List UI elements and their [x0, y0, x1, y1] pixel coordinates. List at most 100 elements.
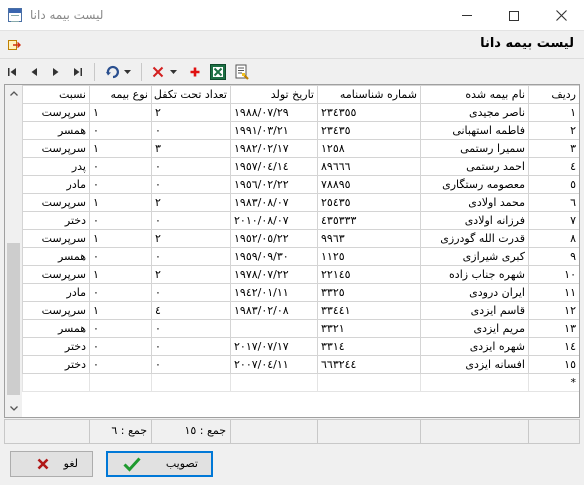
- dependents-cell[interactable]: ٠: [151, 121, 231, 140]
- row-number-cell[interactable]: ٢: [528, 121, 579, 140]
- birth-date-cell[interactable]: ٢٠١٧/٠٧/١٧: [230, 337, 318, 356]
- id-number-cell[interactable]: ٨٩٦٦٦: [317, 157, 421, 176]
- insured-name-cell[interactable]: فرزانه اولادی: [420, 211, 529, 230]
- birth-date-cell[interactable]: ١٩٨٣/٠٢/٠٨: [230, 301, 318, 320]
- new-row-cell[interactable]: [317, 373, 421, 392]
- new-row-cell[interactable]: [420, 373, 529, 392]
- insured-name-cell[interactable]: قاسم ایزدی: [420, 301, 529, 320]
- insurance-type-cell[interactable]: ٠: [89, 319, 152, 338]
- row-number-cell[interactable]: ١٥: [528, 355, 579, 374]
- table-row[interactable]: ٨ قدرت الله گودرزی ٩٩٦٣ ١٩٥٢/٠٥/٢٢ ٢ ١ سرپرست: [22, 229, 579, 248]
- insured-name-cell[interactable]: محمد اولادی: [420, 193, 529, 212]
- table-row[interactable]: ١٢ قاسم ایزدی ٣٣٤٤١ ١٩٨٣/٠٢/٠٨ ٤ ١ سرپرست: [22, 301, 579, 320]
- relation-cell[interactable]: همسر: [22, 319, 90, 338]
- row-number-cell[interactable]: ١٢: [528, 301, 579, 320]
- row-number-cell[interactable]: ١١: [528, 283, 579, 302]
- birth-date-cell[interactable]: ١٩٤٢/٠١/١١: [230, 283, 318, 302]
- dependents-cell[interactable]: ٠: [151, 157, 231, 176]
- birth-date-cell[interactable]: [230, 319, 318, 338]
- row-number-cell[interactable]: ٧: [528, 211, 579, 230]
- minimize-button[interactable]: [444, 0, 490, 31]
- delete-dropdown[interactable]: [168, 63, 178, 81]
- id-number-cell[interactable]: ٦٦٣٢٤٤: [317, 355, 421, 374]
- relation-cell[interactable]: سرپرست: [22, 139, 90, 158]
- insurance-type-cell[interactable]: ٠: [89, 355, 152, 374]
- table-row[interactable]: ١٥ افسانه ایزدی ٦٦٣٢٤٤ ٢٠٠٧/٠٤/١١ ٠ ٠ دختر: [22, 355, 579, 374]
- id-number-cell[interactable]: ٢٢١٤٥: [317, 265, 421, 284]
- birth-date-cell[interactable]: ١٩٩١/٠٣/٢١: [230, 121, 318, 140]
- dependents-cell[interactable]: ٠: [151, 211, 231, 230]
- insurance-type-cell[interactable]: ٠: [89, 283, 152, 302]
- birth-date-cell[interactable]: ١٩٥٧/٠٤/١٤: [230, 157, 318, 176]
- birth-date-cell[interactable]: ١٩٧٨/٠٧/٢٢: [230, 265, 318, 284]
- row-number-cell[interactable]: ٩: [528, 247, 579, 266]
- excel-export-button[interactable]: [209, 63, 227, 81]
- dependents-cell[interactable]: ٢: [151, 265, 231, 284]
- insurance-type-cell[interactable]: ٠: [89, 211, 152, 230]
- relation-cell[interactable]: همسر: [22, 247, 90, 266]
- dependents-cell[interactable]: ٠: [151, 319, 231, 338]
- relation-cell[interactable]: دختر: [22, 211, 90, 230]
- last-record-button[interactable]: [71, 63, 85, 81]
- insurance-type-cell[interactable]: ٠: [89, 121, 152, 140]
- cancel-button[interactable]: لغو: [10, 451, 93, 477]
- delete-button[interactable]: [150, 63, 166, 81]
- refresh-button[interactable]: [104, 63, 122, 81]
- row-number-cell[interactable]: ١: [528, 103, 579, 122]
- insured-name-cell[interactable]: ناصر مجیدی: [420, 103, 529, 122]
- insured-name-cell[interactable]: افسانه ایزدی: [420, 355, 529, 374]
- relation-cell[interactable]: سرپرست: [22, 103, 90, 122]
- row-number-cell[interactable]: ٣: [528, 139, 579, 158]
- id-number-cell[interactable]: ٩٩٦٣: [317, 229, 421, 248]
- insurance-type-cell[interactable]: ١: [89, 193, 152, 212]
- table-row[interactable]: ١ ناصر مجیدی ٢٣٤٣٥٥ ١٩٨٨/٠٧/٢٩ ٢ ١ سرپرست: [22, 103, 579, 122]
- new-row[interactable]: *: [22, 373, 579, 392]
- insured-name-cell[interactable]: مریم ایزدی: [420, 319, 529, 338]
- id-number-cell[interactable]: ٧٨٨٩٥: [317, 175, 421, 194]
- insured-name-cell[interactable]: شهره ایزدی: [420, 337, 529, 356]
- row-number-cell[interactable]: ٤: [528, 157, 579, 176]
- birth-date-cell[interactable]: ١٩٨٨/٠٧/٢٩: [230, 103, 318, 122]
- table-row[interactable]: ١٤ شهره ایزدی ٣٣١٤ ٢٠١٧/٠٧/١٧ ٠ ٠ دختر: [22, 337, 579, 356]
- relation-cell[interactable]: همسر: [22, 121, 90, 140]
- dependents-cell[interactable]: ٤: [151, 301, 231, 320]
- vertical-scrollbar[interactable]: [5, 85, 22, 417]
- scroll-down-arrow[interactable]: [5, 400, 22, 417]
- id-number-cell[interactable]: ٤٣٥٣٣٣: [317, 211, 421, 230]
- dependents-cell[interactable]: ٠: [151, 175, 231, 194]
- birth-date-cell[interactable]: ٢٠٠٧/٠٤/١١: [230, 355, 318, 374]
- relation-cell[interactable]: سرپرست: [22, 301, 90, 320]
- column-header-dependents[interactable]: تعداد تحت تکفل: [151, 85, 231, 104]
- new-row-cell[interactable]: [22, 373, 90, 392]
- insurance-type-cell[interactable]: ١: [89, 103, 152, 122]
- insurance-type-cell[interactable]: ٠: [89, 337, 152, 356]
- column-header-insured-name[interactable]: نام بیمه شده: [420, 85, 529, 104]
- birth-date-cell[interactable]: ١٩٨٣/٠٨/٠٧: [230, 193, 318, 212]
- id-number-cell[interactable]: ٣٣٢٥: [317, 283, 421, 302]
- id-number-cell[interactable]: ١٢٥٨: [317, 139, 421, 158]
- column-header-relation[interactable]: نسبت: [22, 85, 90, 104]
- column-header-birth-date[interactable]: تاریخ تولد: [230, 85, 318, 104]
- insured-name-cell[interactable]: معصومه رستگاری: [420, 175, 529, 194]
- report-button[interactable]: [233, 63, 251, 81]
- birth-date-cell[interactable]: ١٩٥٢/٠٥/٢٢: [230, 229, 318, 248]
- table-row[interactable]: ٢ فاطمه استهبانی ٢٣٤٣٥ ١٩٩١/٠٣/٢١ ٠ ٠ همسر: [22, 121, 579, 140]
- scroll-thumb[interactable]: [7, 243, 20, 395]
- exit-icon[interactable]: [8, 40, 21, 50]
- refresh-dropdown[interactable]: [122, 63, 132, 81]
- column-header-insurance-type[interactable]: نوع بیمه: [89, 85, 152, 104]
- column-header-id-number[interactable]: شماره شناسنامه: [317, 85, 421, 104]
- insured-name-cell[interactable]: سمیرا رستمی: [420, 139, 529, 158]
- next-record-button[interactable]: [49, 63, 63, 81]
- dependents-cell[interactable]: ٠: [151, 355, 231, 374]
- relation-cell[interactable]: مادر: [22, 283, 90, 302]
- table-row[interactable]: ١٣ مریم ایزدی ٣٣٢١ ٠ ٠ همسر: [22, 319, 579, 338]
- maximize-button[interactable]: [491, 0, 537, 31]
- row-number-cell[interactable]: ٦: [528, 193, 579, 212]
- add-button[interactable]: [188, 63, 202, 81]
- table-row[interactable]: ١١ ایران درودی ٣٣٢٥ ١٩٤٢/٠١/١١ ٠ ٠ مادر: [22, 283, 579, 302]
- relation-cell[interactable]: دختر: [22, 337, 90, 356]
- row-number-cell[interactable]: ١٤: [528, 337, 579, 356]
- close-button[interactable]: [538, 0, 584, 31]
- relation-cell[interactable]: پدر: [22, 157, 90, 176]
